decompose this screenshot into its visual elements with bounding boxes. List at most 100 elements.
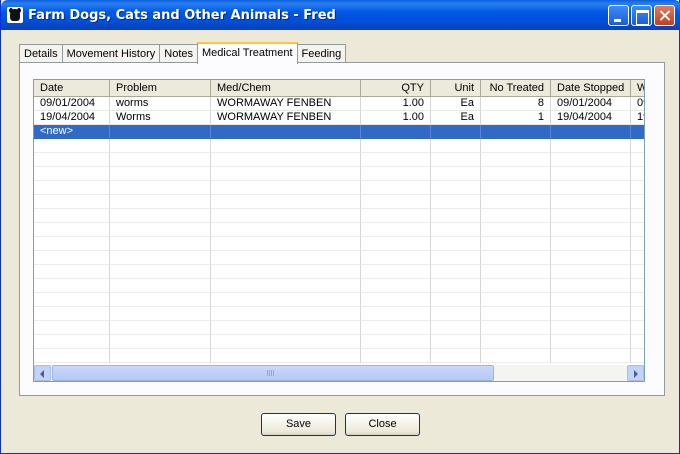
empty-cell	[110, 223, 211, 237]
empty-cell	[551, 237, 631, 251]
empty-cell	[110, 349, 211, 363]
empty-cell	[551, 153, 631, 167]
cell-qty[interactable]: 1.00	[361, 111, 431, 125]
scroll-left-icon[interactable]	[34, 365, 51, 381]
tab-notes[interactable]: Notes	[159, 44, 199, 64]
cell-problem[interactable]	[110, 125, 211, 139]
horizontal-scrollbar[interactable]	[34, 365, 644, 381]
empty-cell	[631, 223, 644, 237]
save-button[interactable]: Save	[261, 413, 336, 436]
app-window: Farm Dogs, Cats and Other Animals - Fred…	[0, 0, 680, 454]
empty-cell	[431, 265, 481, 279]
maximize-button[interactable]	[631, 5, 652, 26]
empty-cell	[481, 195, 551, 209]
empty-cell	[551, 307, 631, 321]
empty-row	[34, 223, 644, 237]
cell-problem[interactable]: Worms	[110, 111, 211, 125]
tab-strip: Details Movement History Notes Medical T…	[19, 42, 347, 64]
empty-cell	[211, 223, 361, 237]
empty-row	[34, 335, 644, 349]
cell-qty[interactable]	[361, 125, 431, 139]
empty-cell	[631, 237, 644, 251]
empty-cell	[361, 153, 431, 167]
cell-w[interactable]	[631, 125, 644, 139]
empty-cell	[34, 307, 110, 321]
cell-med-chem[interactable]: WORMAWAY FENBEN	[211, 111, 361, 125]
column-header-med-chem[interactable]: Med/Chem	[211, 80, 361, 97]
table-row[interactable]: 09/01/2004 worms WORMAWAY FENBEN 1.00 Ea…	[34, 97, 644, 111]
cell-unit[interactable]: Ea	[431, 111, 481, 125]
cell-date-stopped[interactable]	[551, 125, 631, 139]
empty-cell	[631, 209, 644, 223]
cell-qty[interactable]: 1.00	[361, 97, 431, 111]
column-header-date-stopped[interactable]: Date Stopped	[551, 80, 631, 97]
title-bar[interactable]: Farm Dogs, Cats and Other Animals - Fred	[1, 0, 680, 30]
tab-medical-treatment[interactable]: Medical Treatment	[197, 42, 298, 64]
empty-cell	[481, 307, 551, 321]
empty-cell	[481, 167, 551, 181]
column-header-w[interactable]: W	[631, 80, 644, 97]
empty-row	[34, 167, 644, 181]
minimize-button[interactable]	[608, 5, 629, 26]
empty-row	[34, 139, 644, 153]
cell-no-treated[interactable]	[481, 125, 551, 139]
new-row[interactable]: <new>	[34, 125, 644, 139]
empty-cell	[110, 237, 211, 251]
empty-cell	[481, 251, 551, 265]
empty-row	[34, 321, 644, 335]
empty-cell	[110, 307, 211, 321]
cell-w[interactable]: 09	[631, 97, 644, 111]
cell-no-treated[interactable]: 8	[481, 97, 551, 111]
empty-row	[34, 279, 644, 293]
empty-cell	[631, 167, 644, 181]
cell-date[interactable]: 19/04/2004	[34, 111, 110, 125]
column-header-no-treated[interactable]: No Treated	[481, 80, 551, 97]
new-row-label[interactable]: <new>	[34, 125, 110, 139]
treatment-grid[interactable]: Date Problem Med/Chem QTY Unit No Treate…	[33, 79, 645, 382]
column-header-unit[interactable]: Unit	[431, 80, 481, 97]
cell-date-stopped[interactable]: 09/01/2004	[551, 97, 631, 111]
table-row[interactable]: 19/04/2004 Worms WORMAWAY FENBEN 1.00 Ea…	[34, 111, 644, 125]
empty-cell	[211, 167, 361, 181]
empty-cell	[551, 265, 631, 279]
cell-no-treated[interactable]: 1	[481, 111, 551, 125]
empty-row	[34, 349, 644, 363]
empty-cell	[481, 293, 551, 307]
column-header-date[interactable]: Date	[34, 80, 110, 97]
scrollbar-thumb[interactable]	[52, 365, 494, 381]
empty-cell	[34, 181, 110, 195]
close-window-button[interactable]	[654, 5, 675, 26]
empty-row	[34, 195, 644, 209]
empty-cell	[431, 209, 481, 223]
empty-cell	[34, 195, 110, 209]
empty-cell	[431, 167, 481, 181]
empty-cell	[110, 251, 211, 265]
scroll-right-icon[interactable]	[627, 365, 644, 381]
empty-cell	[211, 265, 361, 279]
tab-movement-history[interactable]: Movement History	[61, 44, 161, 64]
cell-med-chem[interactable]	[211, 125, 361, 139]
cell-date[interactable]: 09/01/2004	[34, 97, 110, 111]
column-header-problem[interactable]: Problem	[110, 80, 211, 97]
column-header-qty[interactable]: QTY	[361, 80, 431, 97]
empty-cell	[551, 139, 631, 153]
empty-cell	[110, 195, 211, 209]
cell-unit[interactable]	[431, 125, 481, 139]
empty-cell	[211, 335, 361, 349]
close-button[interactable]: Close	[345, 413, 420, 436]
empty-cell	[361, 335, 431, 349]
tab-details[interactable]: Details	[19, 44, 63, 64]
cell-date-stopped[interactable]: 19/04/2004	[551, 111, 631, 125]
cell-w[interactable]: 19	[631, 111, 644, 125]
empty-cell	[34, 251, 110, 265]
empty-cell	[431, 279, 481, 293]
empty-cell	[631, 265, 644, 279]
grid-header: Date Problem Med/Chem QTY Unit No Treate…	[34, 80, 644, 97]
cell-unit[interactable]: Ea	[431, 97, 481, 111]
tab-feeding[interactable]: Feeding	[296, 44, 347, 64]
empty-cell	[211, 153, 361, 167]
empty-cell	[631, 321, 644, 335]
cell-med-chem[interactable]: WORMAWAY FENBEN	[211, 97, 361, 111]
cell-problem[interactable]: worms	[110, 97, 211, 111]
empty-cell	[551, 223, 631, 237]
